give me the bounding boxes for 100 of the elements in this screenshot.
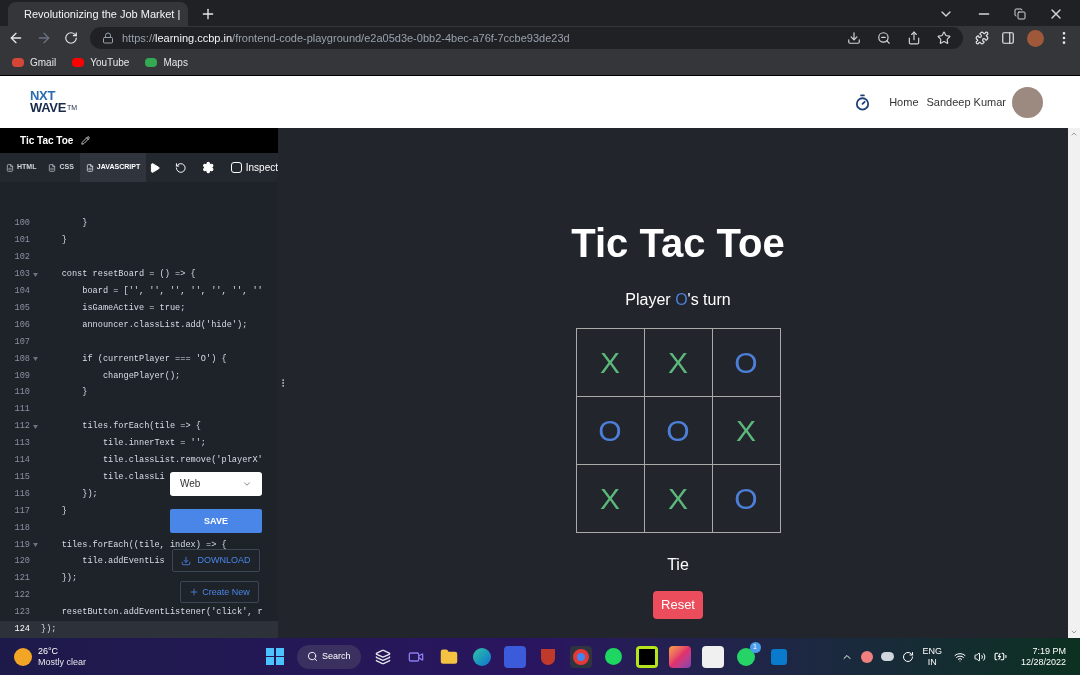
fold-caret-icon[interactable] [33, 357, 38, 362]
lock-icon [102, 32, 114, 44]
clock[interactable]: 7:19 PM 12/28/2022 [1020, 645, 1066, 668]
line-number: 106 [13, 318, 30, 332]
download-icon [181, 555, 192, 566]
stopwatch-icon[interactable] [854, 93, 872, 111]
board-cell[interactable]: X [644, 465, 712, 532]
code-line: resetButton.addEventListener('click', r [60, 606, 263, 620]
zoom-out-icon[interactable] [877, 31, 891, 45]
bookmark-link[interactable]: YouTube [72, 55, 130, 70]
fold-caret-icon[interactable] [33, 272, 38, 277]
volume-icon[interactable] [973, 650, 986, 663]
line-number: 102 [13, 251, 30, 265]
download-button[interactable]: DOWNLOAD [172, 549, 260, 573]
bookmark-star-icon[interactable] [937, 31, 951, 45]
code-line: announcer.classList.add('hide'); [81, 318, 248, 332]
code-line: tiles.forEach((tile, index) => { [60, 538, 227, 552]
board-cell[interactable]: O [712, 465, 780, 532]
board-cell[interactable]: O [644, 397, 712, 464]
code-line: if (currentPlayer === 'O') { [81, 352, 227, 366]
fold-caret-icon[interactable] [33, 424, 38, 429]
share-icon[interactable] [907, 31, 921, 45]
fold-caret-icon[interactable] [33, 543, 38, 547]
user-avatar[interactable] [1012, 86, 1043, 118]
file-icon [48, 163, 57, 172]
line-number: 117 [13, 504, 30, 518]
battery-icon[interactable] [993, 650, 1007, 663]
code-line: }); [41, 623, 57, 637]
bookmark-icon [145, 58, 158, 67]
windows-logo-icon[interactable] [264, 645, 286, 668]
run-icon[interactable] [149, 161, 161, 174]
search-button[interactable]: Search [297, 644, 361, 669]
line-number: 104 [13, 284, 30, 298]
restore-icon[interactable] [1014, 8, 1026, 20]
board-cell[interactable]: X [712, 397, 780, 464]
line-number: 113 [13, 437, 30, 451]
code-line: const resetBoard = () => { [60, 268, 196, 282]
forward-icon[interactable] [36, 30, 52, 46]
code-line: isGameActive = true; [81, 301, 186, 315]
line-number: 112 [13, 420, 30, 434]
line-number: 101 [13, 234, 30, 248]
line-number: 122 [13, 589, 30, 603]
line-number: 110 [13, 386, 30, 400]
tray-app-icon[interactable] [861, 650, 874, 663]
browser-tab[interactable]: Revolutionizing the Job Market | [8, 2, 188, 26]
line-number: 108 [13, 352, 30, 366]
plus-icon [189, 587, 200, 598]
settings-icon[interactable] [202, 161, 215, 174]
sync-icon[interactable] [902, 650, 915, 663]
bookmark-link[interactable]: Gmail [12, 55, 57, 70]
code-line: tile.innerText = ''; [101, 437, 207, 451]
extensions-icon[interactable] [975, 31, 989, 45]
cloud-icon[interactable] [881, 652, 895, 661]
line-number: 119 [13, 538, 30, 552]
code-line: changePlayer(); [101, 369, 181, 383]
reset-button[interactable]: Reset [653, 591, 703, 619]
board-cell[interactable]: O [576, 397, 644, 464]
board-cell[interactable]: X [644, 329, 712, 396]
reload-icon[interactable] [64, 31, 78, 45]
line-number: 120 [13, 555, 30, 569]
code-line: tile.addEventLis [81, 555, 165, 569]
bookmark-icon [12, 58, 24, 67]
nav-link[interactable]: Home [889, 93, 919, 111]
logo-text: WAVE [30, 102, 67, 114]
platform-select[interactable]: Web [170, 472, 262, 497]
new-tab-icon[interactable] [200, 6, 216, 22]
back-icon[interactable] [8, 30, 24, 46]
code-line: tile.classLi [101, 470, 165, 484]
line-number: 105 [13, 301, 30, 315]
install-icon[interactable] [847, 31, 861, 45]
line-number: 124 [13, 623, 30, 637]
line-number: 115 [13, 470, 30, 484]
address-bar[interactable]: https://learning.ccbp.in/frontend-code-playground/e2a05d3e-0bb2-4bec-a76f-7ccbe93de23d [90, 27, 963, 49]
inspect-checkbox[interactable]: Inspect [230, 160, 278, 175]
line-number: 111 [13, 403, 30, 417]
search-icon [307, 651, 318, 662]
code-line: board = ['', '', '', '', '', '', '' [81, 284, 263, 298]
code-line: tile.classList.remove('playerX' [101, 454, 263, 468]
user-name[interactable]: Sandeep Kumar [926, 93, 1006, 111]
app-icon[interactable] [503, 645, 526, 668]
weather-icon[interactable] [14, 647, 32, 666]
code-line: }); [60, 572, 78, 586]
reset-icon[interactable] [174, 161, 187, 174]
board-cell[interactable]: X [576, 329, 644, 396]
line-number: 109 [13, 369, 30, 383]
save-button[interactable]: SAVE [170, 509, 262, 534]
board-cell[interactable]: O [712, 329, 780, 396]
line-number: 107 [13, 335, 30, 349]
side-panel-icon[interactable] [1001, 31, 1015, 45]
logo-text: NXT [30, 90, 57, 102]
line-number: 116 [13, 487, 30, 501]
edit-icon[interactable] [81, 135, 91, 145]
wifi-icon[interactable] [953, 650, 966, 663]
create-new-button[interactable]: Create New [180, 581, 259, 604]
board-cell[interactable]: X [576, 465, 644, 532]
line-number: 114 [13, 454, 30, 468]
bookmark-link[interactable]: Maps [145, 55, 188, 70]
language-indicator[interactable]: ENG IN [922, 645, 942, 668]
code-line: } [60, 234, 67, 248]
file-icon [6, 163, 14, 172]
